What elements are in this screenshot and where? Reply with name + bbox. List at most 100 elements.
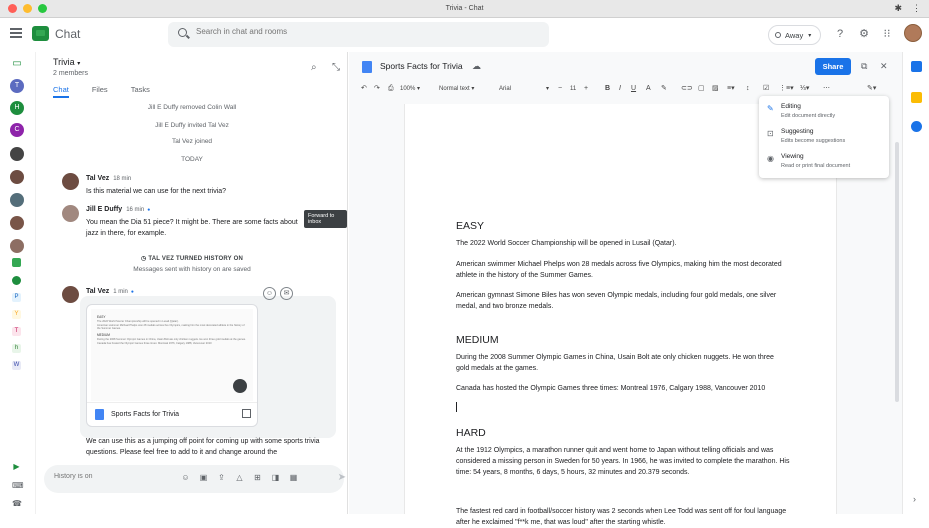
help-icon[interactable]: ? <box>833 27 847 41</box>
tab-files[interactable]: Files <box>92 85 108 98</box>
more-menu-icon[interactable]: ⋮ <box>912 3 921 14</box>
search-room-icon[interactable]: ⌕ <box>311 62 317 73</box>
phone-icon[interactable]: ☎ <box>12 499 22 508</box>
font-size-value[interactable]: 11 <box>570 82 576 96</box>
add-reaction-icon[interactable]: ☺ <box>263 287 276 300</box>
numbered-list-icon[interactable]: ⅓▾ <box>800 82 809 96</box>
tab-chat[interactable]: Chat <box>53 85 69 98</box>
checklist-icon[interactable]: ☑ <box>763 82 769 96</box>
keyboard-icon[interactable]: ⌨ <box>12 481 24 490</box>
settings-gear-icon[interactable]: ⚙ <box>857 27 871 41</box>
contact-avatar-5[interactable] <box>10 239 24 253</box>
message-time: 18 min <box>113 176 132 182</box>
main-menu-icon[interactable] <box>10 28 22 38</box>
text-cursor <box>456 402 457 412</box>
room-icon-t[interactable]: T <box>12 327 21 336</box>
add-doc-icon[interactable]: ⊞ <box>252 472 263 483</box>
contact-avatar-t[interactable]: T <box>10 79 24 93</box>
chat-bubble-icon[interactable]: ▭ <box>10 57 24 71</box>
avatar[interactable] <box>62 286 79 303</box>
line-spacing-icon[interactable]: ↕ <box>746 82 750 96</box>
status-label: Away <box>785 30 804 40</box>
message-text: You mean the Dia 51 piece? It might be. … <box>86 219 298 237</box>
contact-avatar-2[interactable] <box>10 170 24 184</box>
doc-card-action-icon[interactable] <box>233 379 247 393</box>
print-icon[interactable]: ⎙ <box>388 82 394 96</box>
chat-logo-icon <box>32 26 49 41</box>
collapse-icon[interactable]: ⤡ <box>332 62 340 73</box>
video-meet-icon[interactable]: ▶ <box>12 462 21 471</box>
highlight-icon[interactable]: ✎ <box>661 82 667 96</box>
forward-to-inbox-icon[interactable]: ✉ <box>280 287 293 300</box>
doc-attachment-card[interactable]: EASY The 2022 World Soccer Championship … <box>86 304 258 427</box>
style-select[interactable]: Normal text ▾ <box>439 82 474 96</box>
share-button[interactable]: Share <box>815 58 851 75</box>
align-icon[interactable]: ≡▾ <box>727 82 735 96</box>
image-icon[interactable]: ▨ <box>712 82 719 96</box>
room-icon-p[interactable]: P <box>12 293 21 302</box>
editing-mode-pencil-icon[interactable]: ✎▾ <box>867 82 876 96</box>
bullet-list-icon[interactable]: ⋮≡▾ <box>779 82 794 96</box>
underline-icon[interactable]: U <box>631 82 636 96</box>
room-name[interactable]: Trivia ▾ <box>53 57 80 67</box>
avatar[interactable] <box>62 205 79 222</box>
heading-easy: EASY <box>456 220 485 232</box>
paragraph: The fastest red card in football/soccer … <box>456 508 787 526</box>
upload-icon[interactable]: ⇪ <box>216 472 227 483</box>
link-icon[interactable]: ⊂⊃ <box>681 82 693 96</box>
font-select[interactable]: Arial ▾ <box>499 82 549 96</box>
close-icon[interactable]: ✕ <box>880 61 888 72</box>
drive-icon[interactable]: △ <box>234 472 245 483</box>
redo-icon[interactable]: ↷ <box>374 82 380 96</box>
message-input[interactable] <box>54 473 154 480</box>
heading-medium: MEDIUM <box>456 334 499 346</box>
undo-icon[interactable]: ↶ <box>361 82 367 96</box>
apps-grid-icon[interactable]: ⁝⁝ <box>880 27 894 41</box>
text-color-icon[interactable]: A <box>646 82 651 96</box>
tasks-app-icon[interactable] <box>911 121 922 132</box>
window-titlebar: Trivia - Chat ✱ ⋮ <box>0 0 929 18</box>
room-tabs: Chat Files Tasks <box>53 85 150 98</box>
extensions-icon[interactable]: ✱ <box>894 3 902 14</box>
gif-icon[interactable]: ▣ <box>198 472 209 483</box>
video-icon[interactable]: ◨ <box>270 472 281 483</box>
doc-title[interactable]: Sports Facts for Trivia <box>380 61 463 71</box>
contact-avatar-1[interactable] <box>10 147 24 161</box>
doc-card-name[interactable]: Sports Facts for Trivia <box>111 411 179 418</box>
side-panel-rail: › <box>902 52 929 514</box>
suggest-icon: ⊡ <box>767 129 774 138</box>
font-size-decrease[interactable]: − <box>558 82 562 96</box>
doc-scrollbar[interactable] <box>895 142 899 402</box>
chevron-right-icon[interactable]: › <box>913 494 916 504</box>
room-icon-y[interactable]: Y <box>12 310 21 319</box>
contact-avatar-4[interactable] <box>10 216 24 230</box>
comment-icon[interactable]: ▢ <box>698 82 705 96</box>
send-icon[interactable]: ➤ <box>338 472 346 483</box>
font-size-increase[interactable]: + <box>584 82 588 96</box>
contact-avatar-3[interactable] <box>10 193 24 207</box>
room-icon-1[interactable] <box>12 258 21 267</box>
status-dropdown[interactable]: Away ▾ <box>768 25 821 45</box>
calendar-icon[interactable]: ▦ <box>288 472 299 483</box>
account-avatar[interactable] <box>904 24 922 42</box>
search-bar[interactable] <box>168 22 549 47</box>
avatar[interactable] <box>62 173 79 190</box>
emoji-icon[interactable]: ☺ <box>180 472 191 483</box>
tab-tasks[interactable]: Tasks <box>131 85 150 98</box>
room-icon-w[interactable]: W <box>12 361 21 370</box>
bold-icon[interactable]: B <box>605 82 610 96</box>
message-author: Tal Vez 18 min <box>86 175 132 182</box>
search-input[interactable] <box>196 27 496 36</box>
message-composer[interactable]: ☺ ▣ ⇪ △ ⊞ ◨ ▦ ➤ <box>44 465 346 493</box>
italic-icon[interactable]: I <box>619 82 621 96</box>
zoom-select[interactable]: 100% ▾ <box>400 82 420 96</box>
calendar-app-icon[interactable] <box>911 61 922 72</box>
contact-avatar-c[interactable]: C <box>10 123 24 137</box>
keep-app-icon[interactable] <box>911 92 922 103</box>
room-icon-2[interactable] <box>12 276 21 285</box>
more-tools-icon[interactable]: ⋯ <box>823 82 830 96</box>
contact-avatar-h[interactable]: H <box>10 101 24 115</box>
open-in-new-icon[interactable] <box>242 409 251 418</box>
room-icon-h[interactable]: h <box>12 344 21 353</box>
open-in-new-icon[interactable]: ⧉ <box>861 61 867 72</box>
